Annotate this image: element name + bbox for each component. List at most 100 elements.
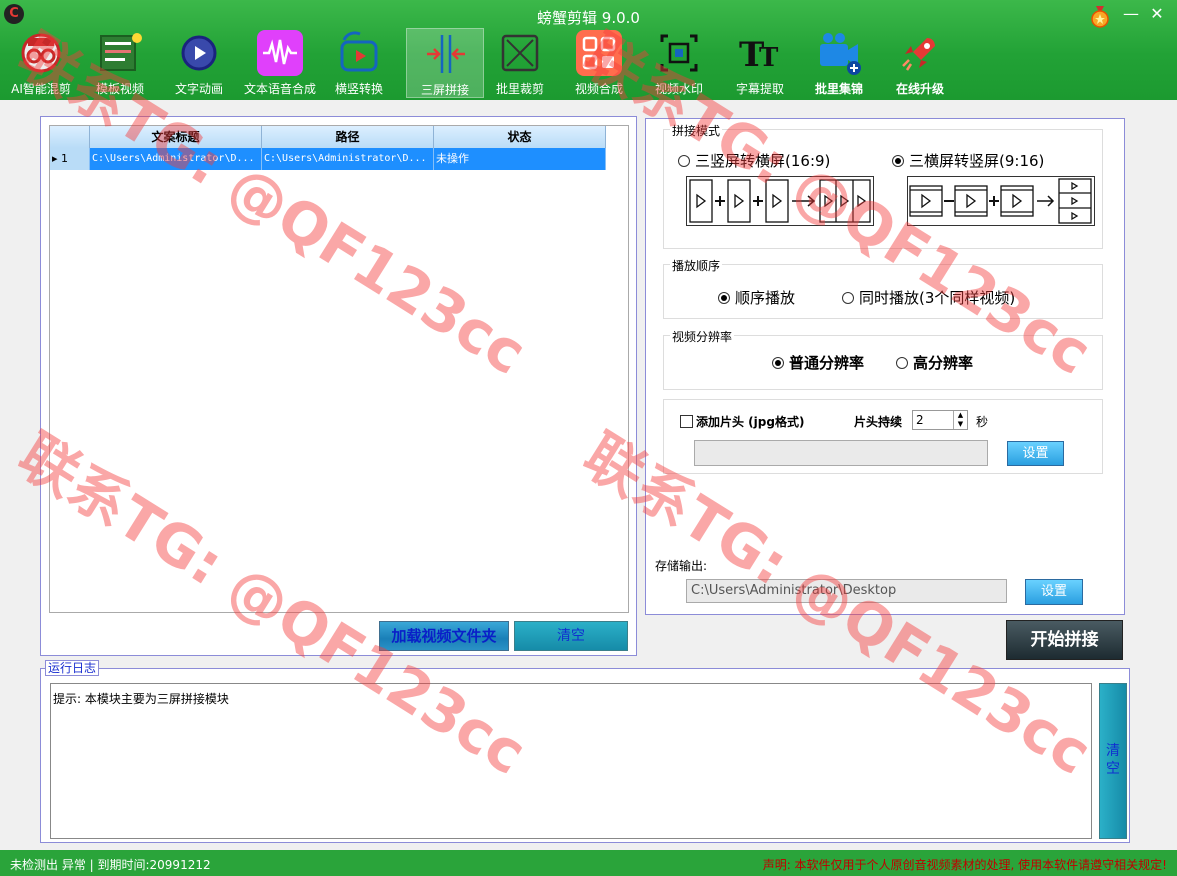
- tool-batch-highlights[interactable]: 批里集锦: [800, 28, 878, 98]
- tool-label: AI智能混剪: [11, 82, 71, 96]
- log-title: 运行日志: [45, 660, 100, 676]
- settings-panel: 拼接模式 三竖屏转横屏(16:9) 三横屏转竖屏(9:16) 播放顺序 顺序播放…: [645, 118, 1125, 615]
- cell-path: C:\Users\Administrator\D...: [262, 148, 434, 170]
- row-index: ▸ 1: [50, 148, 90, 170]
- clear-log-label: 清空: [1106, 743, 1120, 777]
- file-list-panel: 文案标题 路径 状态 ▸ 1 C:\Users\Administrator\D.…: [40, 116, 637, 656]
- resolution-title: 视频分辨率: [670, 328, 735, 345]
- cell-title: C:\Users\Administrator\D...: [90, 148, 262, 170]
- resolution-group: 视频分辨率 普通分辨率 高分辨率: [663, 328, 1103, 390]
- radio-label: 同时播放(3个同样视频): [859, 289, 1016, 307]
- intro-set-button[interactable]: 设置: [1007, 441, 1064, 466]
- radio-dot: [718, 292, 730, 304]
- horizontal-to-vertical-diagram: [907, 176, 1095, 226]
- rotate-icon: [340, 31, 378, 72]
- log-textarea[interactable]: 提示: 本模块主要为三屏拼接模块: [50, 683, 1092, 839]
- radio-simultaneous-play[interactable]: 同时播放(3个同样视频): [842, 287, 1015, 308]
- status-disclaimer: 声明: 本软件仅用于个人原创音视频素材的处理, 使用本软件请遵守相关规定!: [762, 858, 1167, 872]
- stepper-arrows-icon[interactable]: ▲ ▼: [953, 411, 967, 429]
- tool-template-video[interactable]: 模板视频: [81, 28, 159, 98]
- clear-list-button[interactable]: 清空: [514, 621, 628, 651]
- radio-label: 三横屏转竖屏(9:16): [909, 152, 1045, 170]
- tool-label: 文字动画: [174, 82, 223, 96]
- tool-video-merge[interactable]: 视频合成: [560, 28, 638, 98]
- radio-label: 普通分辨率: [789, 354, 865, 372]
- checkbox-label: 添加片头 (jpg格式): [696, 415, 805, 429]
- rocket-icon: [902, 38, 935, 71]
- split-screen-icon: [427, 35, 465, 73]
- splice-mode-group: 拼接模式 三竖屏转横屏(16:9) 三横屏转竖屏(9:16): [663, 122, 1103, 249]
- intro-duration-stepper[interactable]: 2 ▲ ▼: [912, 410, 968, 430]
- cell-status: 未操作: [434, 148, 606, 170]
- stepper-value: 2: [916, 413, 924, 427]
- radio-horizontal-to-vertical[interactable]: 三横屏转竖屏(9:16): [892, 150, 1044, 171]
- tool-label: 批里集锦: [814, 82, 863, 96]
- radio-label: 高分辨率: [913, 354, 974, 372]
- tool-text-animation[interactable]: 文字动画: [160, 28, 238, 98]
- grid-header-path[interactable]: 路径: [262, 126, 434, 148]
- tool-online-upgrade[interactable]: 在线升级: [881, 28, 959, 98]
- start-splice-button[interactable]: 开始拼接: [1006, 620, 1123, 660]
- radio-sequential-play[interactable]: 顺序播放: [718, 287, 795, 308]
- grid-header-title[interactable]: 文案标题: [90, 126, 262, 148]
- tool-label: 批里裁剪: [495, 82, 544, 96]
- status-expiry: 未检测出 异常 | 到期时间:20991212: [10, 858, 211, 872]
- window-title: 螃蟹剪辑 9.0.0: [537, 9, 640, 27]
- radio-vertical-to-horizontal[interactable]: 三竖屏转横屏(16:9): [678, 150, 830, 171]
- intro-duration-label: 片头持续: [854, 415, 903, 429]
- radio-normal-resolution[interactable]: 普通分辨率: [772, 352, 864, 373]
- highlights-icon: [820, 33, 861, 75]
- tool-batch-crop[interactable]: 批里裁剪: [481, 28, 559, 98]
- watermark-icon: [660, 34, 698, 72]
- tool-split-screen[interactable]: 三屏拼接: [406, 28, 484, 98]
- load-folder-button[interactable]: 加载视频文件夹: [379, 621, 509, 651]
- output-path-field[interactable]: C:\Users\Administrator\Desktop: [686, 579, 1007, 603]
- status-bar: 未检测出 异常 | 到期时间:20991212 声明: 本软件仅用于个人原创音视…: [0, 850, 1177, 876]
- row-index-number: 1: [61, 152, 69, 165]
- clear-log-button[interactable]: 清空: [1099, 683, 1127, 839]
- crop-icon: [501, 34, 539, 72]
- close-button[interactable]: ✕: [1145, 4, 1169, 23]
- medal-icon[interactable]: [1090, 6, 1110, 28]
- play-order-title: 播放顺序: [670, 257, 723, 274]
- svg-text:T: T: [759, 43, 779, 73]
- subtitle-icon: T T: [739, 35, 779, 75]
- tool-rotate[interactable]: 横竖转换: [320, 28, 398, 98]
- radio-dot: [892, 155, 904, 167]
- intro-checkbox[interactable]: 添加片头 (jpg格式): [680, 413, 804, 430]
- grid-header: 文案标题 路径 状态: [50, 126, 606, 148]
- intro-group: 添加片头 (jpg格式) 片头持续 2 ▲ ▼ 秒 设置: [663, 399, 1103, 474]
- tool-label: 在线升级: [895, 82, 944, 96]
- play-order-group: 播放顺序 顺序播放 同时播放(3个同样视频): [663, 257, 1103, 319]
- tool-label: 字幕提取: [735, 82, 784, 96]
- tts-icon: [257, 30, 303, 76]
- radio-dot: [842, 292, 854, 304]
- radio-dot: [772, 357, 784, 369]
- tool-subtitle-extract[interactable]: T T 字幕提取: [721, 28, 799, 98]
- tool-ai-mix[interactable]: AI智能混剪: [2, 28, 80, 98]
- minimize-button[interactable]: —: [1119, 4, 1143, 23]
- radio-dot: [896, 357, 908, 369]
- tool-tts[interactable]: 文本语音合成: [241, 28, 319, 98]
- tool-label: 视频水印: [654, 82, 703, 96]
- output-label: 存储输出:: [655, 559, 708, 573]
- intro-path-field[interactable]: [694, 440, 988, 466]
- grid-header-status[interactable]: 状态: [434, 126, 606, 148]
- table-row[interactable]: ▸ 1 C:\Users\Administrator\D... C:\Users…: [50, 148, 606, 170]
- text-animation-icon: [181, 35, 217, 71]
- radio-dot: [678, 155, 690, 167]
- grid-header-rowselector: [50, 126, 90, 148]
- tool-label: 横竖转换: [334, 82, 383, 96]
- output-set-button[interactable]: 设置: [1025, 579, 1083, 605]
- intro-unit: 秒: [976, 415, 989, 429]
- tool-label: 模板视频: [95, 82, 144, 96]
- checkbox-box: [680, 415, 693, 428]
- ai-mix-icon: [21, 33, 61, 73]
- splice-mode-title: 拼接模式: [670, 122, 723, 139]
- file-grid[interactable]: 文案标题 路径 状态 ▸ 1 C:\Users\Administrator\D.…: [49, 125, 629, 613]
- tool-label: 文本语音合成: [243, 82, 316, 96]
- template-icon: [100, 33, 142, 71]
- radio-high-resolution[interactable]: 高分辨率: [896, 352, 973, 373]
- run-log-panel: 运行日志 提示: 本模块主要为三屏拼接模块 清空: [40, 660, 1130, 843]
- tool-video-watermark[interactable]: 视频水印: [640, 28, 718, 98]
